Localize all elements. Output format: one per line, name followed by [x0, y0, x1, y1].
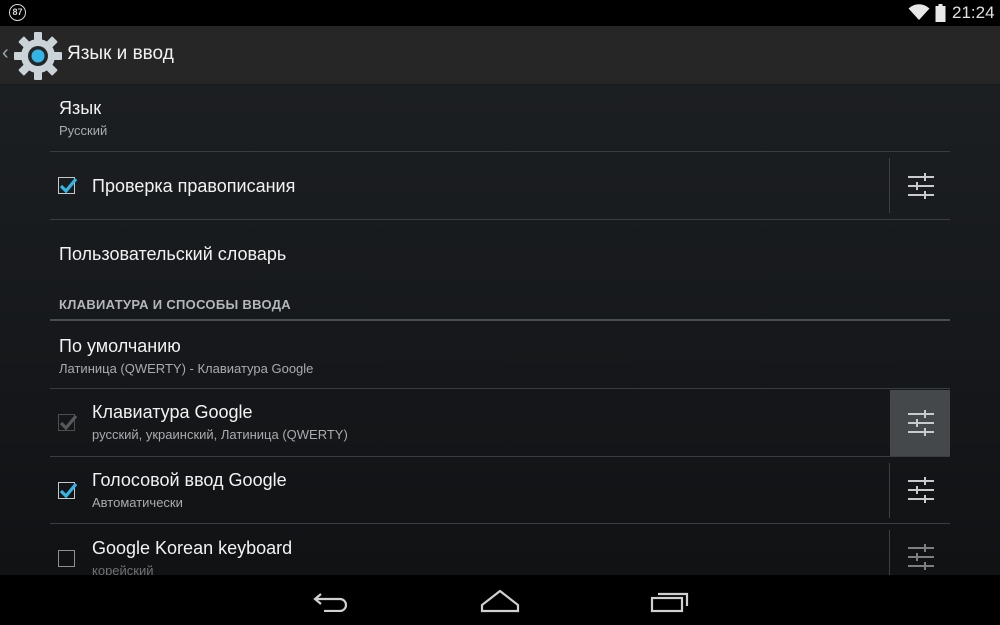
- google-keyboard-checkbox: [58, 414, 78, 431]
- wifi-icon: [908, 4, 930, 20]
- checkmark-icon: [59, 482, 78, 499]
- language-title: Язык: [59, 98, 102, 118]
- back-icon[interactable]: [312, 590, 350, 612]
- default-input-preference[interactable]: По умолчанию Латиница (QWERTY) - Клавиат…: [50, 321, 950, 389]
- checkmark-icon: [59, 177, 78, 194]
- google-korean-settings-button[interactable]: [890, 524, 950, 575]
- section-header-label: КЛАВИАТУРА И СПОСОБЫ ВВОДА: [59, 297, 291, 312]
- status-bar: 87 21:24: [0, 0, 1000, 26]
- home-icon[interactable]: [480, 589, 520, 613]
- input-method-summary: русский, украинский, Латиница (QWERTY): [92, 427, 348, 442]
- checkmark-icon: [59, 414, 78, 431]
- input-method-title: Голосовой ввод Google: [92, 470, 287, 490]
- language-preference[interactable]: Язык Русский: [50, 85, 950, 152]
- spell-check-title: Проверка правописания: [92, 176, 296, 196]
- google-keyboard-settings-button[interactable]: [890, 390, 950, 456]
- notification-count-badge: 87: [9, 4, 26, 21]
- spell-check-checkbox[interactable]: [58, 177, 78, 194]
- up-navigation-icon[interactable]: ‹: [2, 42, 9, 64]
- recents-icon[interactable]: [650, 589, 690, 613]
- sliders-icon: [908, 173, 934, 199]
- user-dictionary-preference[interactable]: Пользовательский словарь: [50, 220, 950, 294]
- spell-check-preference[interactable]: Проверка правописания: [50, 152, 950, 220]
- input-method-title: Google Korean keyboard: [92, 538, 293, 558]
- input-method-summary: Автоматически: [92, 495, 183, 510]
- sliders-icon: [908, 544, 934, 570]
- clock: 21:24: [952, 3, 995, 22]
- input-method-google-keyboard[interactable]: Клавиатура Google русский, украинский, Л…: [50, 389, 950, 457]
- default-input-summary: Латиница (QWERTY) - Клавиатура Google: [59, 361, 314, 376]
- input-method-summary: корейский: [92, 563, 154, 575]
- navigation-bar: [0, 575, 1000, 625]
- google-korean-checkbox[interactable]: [58, 550, 75, 567]
- default-input-title: По умолчанию: [59, 336, 181, 356]
- input-method-google-korean[interactable]: Google Korean keyboard корейский: [50, 524, 950, 575]
- google-voice-checkbox[interactable]: [58, 482, 78, 499]
- sliders-icon: [908, 477, 934, 503]
- language-summary: Русский: [59, 123, 108, 138]
- spell-check-settings-button[interactable]: [890, 152, 950, 219]
- action-bar: ‹ Язык и ввод: [0, 26, 1000, 85]
- page-title: Язык и ввод: [67, 43, 174, 64]
- section-header: КЛАВИАТУРА И СПОСОБЫ ВВОДА: [50, 294, 950, 321]
- settings-gear-icon[interactable]: [12, 30, 64, 82]
- google-voice-settings-button[interactable]: [890, 457, 950, 523]
- sliders-icon: [908, 410, 934, 436]
- input-method-title: Клавиатура Google: [92, 402, 253, 422]
- settings-list: Язык Русский Проверка правописания Польз…: [0, 85, 1000, 575]
- user-dictionary-title: Пользовательский словарь: [59, 244, 287, 264]
- battery-icon: [935, 4, 946, 22]
- input-method-google-voice[interactable]: Голосовой ввод Google Автоматически: [50, 457, 950, 524]
